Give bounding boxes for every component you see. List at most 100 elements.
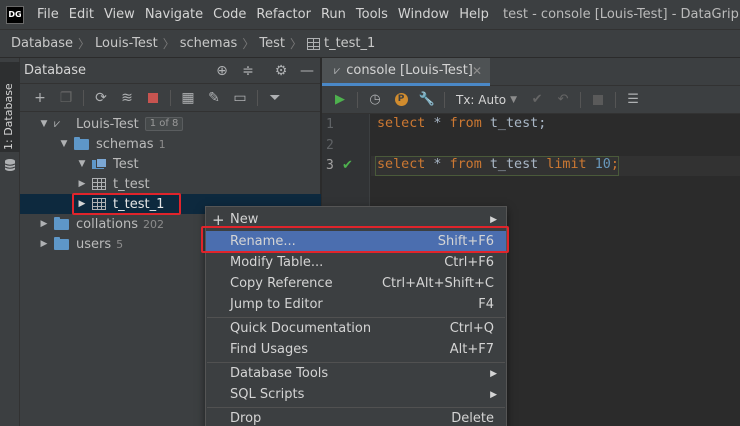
breadcrumb-item-schema[interactable]: Test bbox=[259, 36, 285, 51]
tab-label: console [Louis-Test] bbox=[346, 63, 473, 78]
menu-code[interactable]: Code bbox=[208, 7, 251, 22]
chevron-right-icon: 〉 bbox=[242, 37, 255, 51]
schema-sync-icon[interactable]: ≋ bbox=[115, 87, 139, 109]
database-toolbar: + ❐ ⟳ ≋ ▦ ✎ ▭ ⏷ bbox=[20, 84, 320, 112]
toolbar-divider bbox=[83, 89, 84, 106]
schema-icon bbox=[92, 158, 107, 170]
code-keyword: limit bbox=[546, 157, 587, 172]
minimize-icon[interactable]: — bbox=[299, 63, 315, 79]
code-keyword: select bbox=[377, 116, 426, 131]
code-number: 10 bbox=[594, 157, 611, 172]
menu-run[interactable]: Run bbox=[316, 7, 351, 22]
edit-icon[interactable]: ✎ bbox=[202, 87, 226, 109]
menu-tools[interactable]: Tools bbox=[351, 7, 393, 22]
collapsed-arrow-icon[interactable]: ▶ bbox=[38, 239, 50, 249]
menu-item-copy-reference[interactable]: Copy Reference Ctrl+Alt+Shift+C bbox=[206, 273, 506, 294]
menu-window[interactable]: Window bbox=[393, 7, 454, 22]
add-icon[interactable]: + bbox=[28, 87, 52, 109]
menu-refactor[interactable]: Refactor bbox=[251, 7, 316, 22]
code-line-1: select * from t_test; bbox=[377, 116, 546, 131]
run-icon[interactable]: ▶ bbox=[328, 89, 352, 111]
refresh-icon[interactable]: ⟳ bbox=[89, 87, 113, 109]
collapsed-arrow-icon[interactable]: ▶ bbox=[76, 179, 88, 189]
copy-icon[interactable]: ❐ bbox=[54, 87, 78, 109]
transaction-mode-dropdown[interactable]: Tx: Auto ▼ bbox=[450, 93, 523, 107]
tree-item-label: t_test bbox=[113, 176, 150, 192]
menu-item-find-usages[interactable]: Find Usages Alt+F7 bbox=[206, 339, 506, 360]
table-icon[interactable]: ▦ bbox=[176, 87, 200, 109]
menu-item-shortcut: Delete bbox=[451, 411, 494, 426]
menu-item-shortcut: Ctrl+Alt+Shift+C bbox=[381, 276, 494, 291]
code-text: t_test; bbox=[481, 116, 547, 131]
menu-item-sql-scripts[interactable]: SQL Scripts ▶ bbox=[206, 384, 506, 405]
menu-item-rename[interactable]: Rename... Shift+F6 bbox=[206, 231, 506, 252]
menu-item-jump-to-editor[interactable]: Jump to Editor F4 bbox=[206, 294, 506, 315]
expanded-arrow-icon[interactable]: ▼ bbox=[58, 139, 70, 149]
tree-item-label: Louis-Test bbox=[76, 116, 139, 132]
expanded-arrow-icon[interactable]: ▼ bbox=[76, 159, 88, 169]
breadcrumb-item-table[interactable]: t_test_1 bbox=[306, 36, 375, 51]
menu-help[interactable]: Help bbox=[454, 7, 494, 22]
rollback-icon[interactable]: ↶ bbox=[551, 89, 575, 111]
tree-item-datasource[interactable]: ▼ ⩗ Louis-Test 1 of 8 bbox=[20, 114, 321, 134]
plus-icon: + bbox=[212, 210, 225, 229]
history-icon[interactable]: ◷ bbox=[363, 89, 387, 111]
table-icon bbox=[92, 178, 106, 190]
toolbar-divider bbox=[580, 91, 582, 108]
toolbar-divider bbox=[170, 89, 171, 106]
menu-item-shortcut: F4 bbox=[478, 297, 494, 312]
tx-mode-label: Tx: Auto bbox=[456, 92, 507, 107]
wrench-icon[interactable]: 🔧 bbox=[415, 89, 439, 111]
menu-edit[interactable]: Edit bbox=[64, 7, 99, 22]
menu-item-quick-documentation[interactable]: Quick Documentation Ctrl+Q bbox=[206, 318, 506, 339]
menu-item-label: Jump to Editor bbox=[230, 297, 323, 312]
filter-icon[interactable]: ⏷ bbox=[263, 87, 287, 109]
menu-item-new[interactable]: + New ▶ bbox=[206, 209, 506, 230]
tree-item-schemas[interactable]: ▼ schemas 1 bbox=[20, 134, 321, 154]
stop-icon[interactable] bbox=[586, 89, 610, 111]
menu-navigate[interactable]: Navigate bbox=[140, 7, 208, 22]
breadcrumb-item-schemas[interactable]: schemas bbox=[180, 36, 238, 51]
toolbar-divider bbox=[357, 91, 358, 108]
context-menu: + New ▶ Rename... Shift+F6 Modify Table.… bbox=[205, 206, 507, 426]
toolbar-divider bbox=[444, 91, 445, 108]
collapsed-arrow-icon[interactable]: ▶ bbox=[76, 199, 88, 209]
collapsed-arrow-icon[interactable]: ▶ bbox=[38, 219, 50, 229]
toolbar-divider bbox=[257, 89, 258, 106]
collapse-all-icon[interactable]: ≑ bbox=[240, 63, 256, 79]
menu-view[interactable]: View bbox=[99, 7, 140, 22]
tab-console[interactable]: ⩗ console [Louis-Test] ✕ bbox=[322, 58, 490, 86]
menu-item-shortcut: Shift+F6 bbox=[437, 234, 494, 249]
menu-item-shortcut: Ctrl+Q bbox=[449, 321, 494, 336]
menu-item-label: Database Tools bbox=[230, 366, 329, 381]
datagrip-logo-icon: DG bbox=[6, 5, 24, 24]
output-table-icon[interactable]: ☰ bbox=[621, 89, 645, 111]
menu-item-database-tools[interactable]: Database Tools ▶ bbox=[206, 363, 506, 384]
menu-file[interactable]: File bbox=[32, 7, 64, 22]
menu-item-modify-table[interactable]: Modify Table... Ctrl+F6 bbox=[206, 252, 506, 273]
breadcrumb: Database 〉 Louis-Test 〉 schemas 〉 Test 〉… bbox=[0, 30, 740, 58]
line-number: 1 bbox=[326, 117, 334, 132]
close-icon[interactable]: ✕ bbox=[472, 64, 482, 78]
chevron-down-icon: ▼ bbox=[510, 94, 518, 105]
console-icon[interactable]: ▭ bbox=[228, 87, 252, 109]
profile-icon[interactable]: P bbox=[389, 89, 413, 111]
menu-item-drop[interactable]: Drop Delete bbox=[206, 408, 506, 426]
expanded-arrow-icon[interactable]: ▼ bbox=[38, 119, 50, 129]
tree-item-schema-test[interactable]: ▼ Test bbox=[20, 154, 321, 174]
tree-item-table-t-test[interactable]: ▶ t_test bbox=[20, 174, 321, 194]
menu-item-label: Copy Reference bbox=[230, 276, 333, 291]
database-tool-tab-label: 1: Database bbox=[2, 83, 15, 150]
panel-title: Database bbox=[24, 63, 87, 78]
chevron-right-icon: 〉 bbox=[78, 37, 91, 51]
database-tool-tab[interactable]: 1: Database bbox=[0, 62, 20, 152]
crosshair-icon[interactable]: ⊕ bbox=[214, 63, 230, 79]
breadcrumb-item-datasource[interactable]: Louis-Test bbox=[95, 36, 158, 51]
gear-icon[interactable]: ⚙ bbox=[273, 63, 289, 79]
editor-toolbar: ▶ ◷ P 🔧 Tx: Auto ▼ ✔ ↶ ☰ bbox=[322, 86, 740, 114]
chevron-right-icon: 〉 bbox=[289, 37, 302, 51]
commit-icon[interactable]: ✔ bbox=[525, 89, 549, 111]
stop-icon[interactable] bbox=[141, 87, 165, 109]
breadcrumb-item-database[interactable]: Database bbox=[11, 36, 73, 51]
